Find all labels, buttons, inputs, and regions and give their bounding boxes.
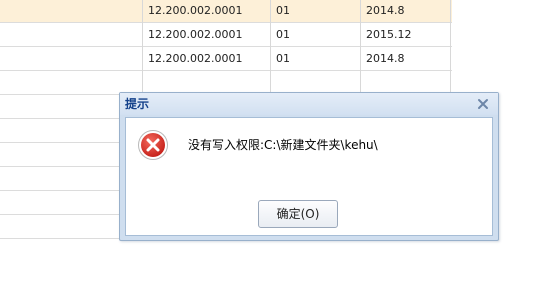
cell-date: 2015.12 [366,28,412,41]
cell-code: 12.200.002.0001 [148,28,243,41]
table-row[interactable]: 12.200.002.0001 01 2014.8 [0,0,452,23]
close-icon[interactable] [475,96,491,112]
cell-code: 12.200.002.0001 [148,52,243,65]
error-message: 没有写入权限:C:\新建文件夹\kehu\ [188,138,378,152]
cell-type: 01 [276,4,290,17]
dialog-body: 没有写入权限:C:\新建文件夹\kehu\ 确定(O) [125,117,493,236]
cell-code: 12.200.002.0001 [148,4,243,17]
cell-type: 01 [276,28,290,41]
table-row[interactable]: 12.200.002.0001 01 2015.12 [0,23,452,47]
cell-type: 01 [276,52,290,65]
error-icon [137,129,169,161]
ok-button[interactable]: 确定(O) [258,200,338,228]
dialog-header: 提示 [120,93,498,115]
dialog-title: 提示 [125,97,150,111]
cell-date: 2014.8 [366,52,405,65]
cell-date: 2014.8 [366,4,405,17]
error-dialog: 提示 没有写入权限:C:\新建文件夹\kehu\ 确定(O) [119,92,499,241]
table-row[interactable]: 12.200.002.0001 01 2014.8 [0,47,452,71]
